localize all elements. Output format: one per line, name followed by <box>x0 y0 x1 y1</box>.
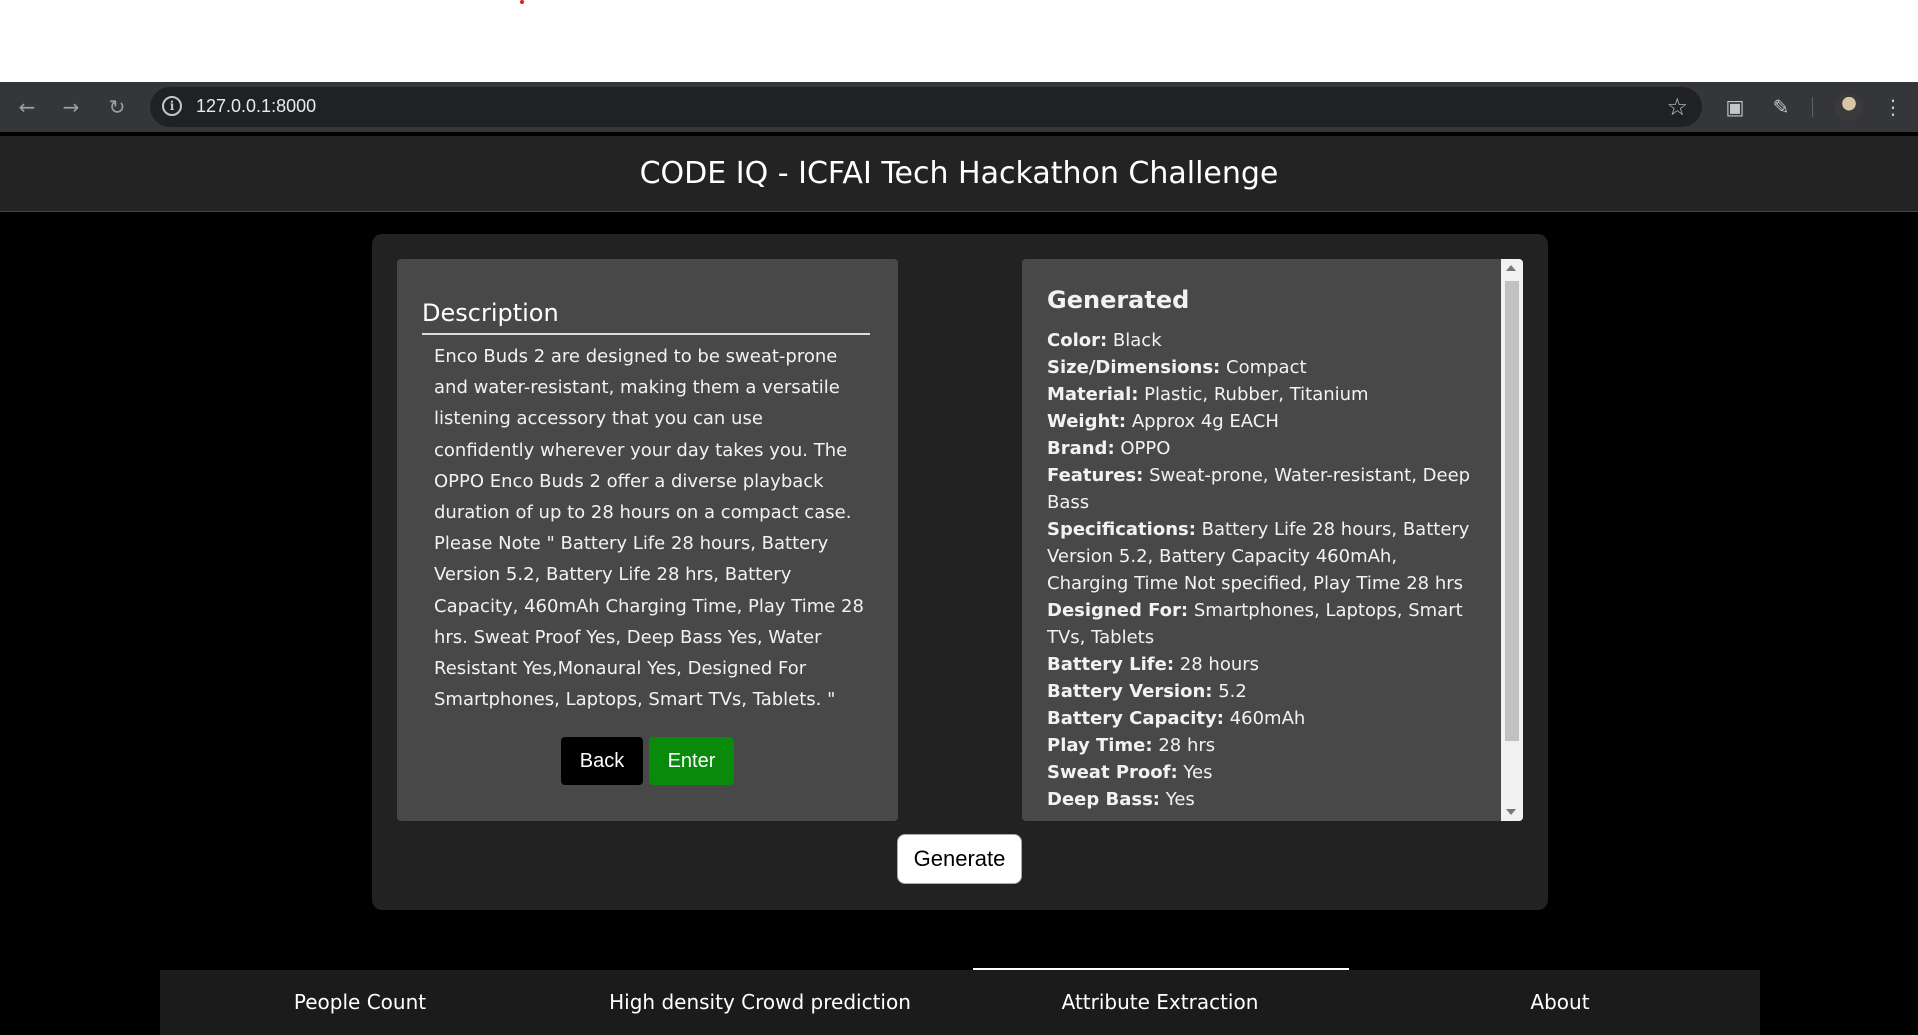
toolbar-divider <box>1812 97 1813 117</box>
attribute-row: Features: Sweat-prone, Water-resistant, … <box>1047 465 1471 513</box>
tab-attribute-extraction[interactable]: Attribute Extraction <box>960 970 1360 1035</box>
generated-panel: Generated Color: Black Size/Dimensions: … <box>1022 259 1523 821</box>
enter-button[interactable]: Enter <box>649 737 734 785</box>
tab-search-icon[interactable]: ▣ <box>1722 94 1748 120</box>
top-strip <box>0 0 1918 82</box>
attribute-row: Size/Dimensions: Compact <box>1047 357 1307 378</box>
generated-scrollbar[interactable] <box>1501 259 1523 821</box>
attribute-row: Designed For: Smartphones, Laptops, Smar… <box>1047 600 1463 648</box>
site-info-icon[interactable]: i <box>162 96 182 116</box>
red-dot <box>520 0 524 4</box>
bottom-tab-bar: People Count High density Crowd predicti… <box>160 970 1760 1035</box>
address-bar[interactable]: i 127.0.0.1:8000 ☆ <box>150 87 1702 127</box>
attribute-row: Specifications: Battery Life 28 hours, B… <box>1047 519 1470 594</box>
back-arrow-icon[interactable]: ← <box>14 94 40 120</box>
attribute-row: Brand: OPPO <box>1047 438 1171 459</box>
attribute-row: Sweat Proof: Yes <box>1047 762 1213 783</box>
attribute-row: Deep Bass: Yes <box>1047 789 1195 810</box>
attribute-row: Material: Plastic, Rubber, Titanium <box>1047 384 1369 405</box>
attribute-row: Battery Capacity: 460mAh <box>1047 708 1306 729</box>
tab-people-count[interactable]: People Count <box>160 970 560 1035</box>
tab-crowd-prediction[interactable]: High density Crowd prediction <box>560 970 960 1035</box>
attribute-row: Weight: Approx 4g EACH <box>1047 411 1279 432</box>
url-text[interactable]: 127.0.0.1:8000 <box>196 96 316 117</box>
description-panel: Description Enco Buds 2 are designed to … <box>397 259 898 821</box>
profile-avatar[interactable] <box>1835 93 1863 121</box>
forward-arrow-icon[interactable]: → <box>58 94 84 120</box>
bookmark-star-icon[interactable]: ☆ <box>1666 93 1688 121</box>
attribute-row: Color: Black <box>1047 330 1162 351</box>
reload-icon[interactable]: ↻ <box>104 94 130 120</box>
scroll-thumb[interactable] <box>1505 281 1519 741</box>
back-button[interactable]: Back <box>561 737 643 785</box>
generate-button[interactable]: Generate <box>897 834 1022 884</box>
menu-kebab-icon[interactable]: ⋮ <box>1880 94 1906 120</box>
attribute-row: Play Time: 28 hrs <box>1047 735 1216 756</box>
description-text[interactable]: Enco Buds 2 are designed to be sweat-pro… <box>434 341 864 715</box>
description-title: Description <box>422 299 559 327</box>
extensions-icon[interactable]: ✎ <box>1768 94 1794 120</box>
scroll-down-arrow-icon[interactable] <box>1506 809 1516 815</box>
generated-content: Generated Color: Black Size/Dimensions: … <box>1047 285 1477 813</box>
generated-title: Generated <box>1047 286 1190 314</box>
attribute-row: Battery Version: 5.2 <box>1047 681 1247 702</box>
scroll-up-arrow-icon[interactable] <box>1506 265 1516 271</box>
attribute-row: Battery Life: 28 hours <box>1047 654 1260 675</box>
description-divider <box>422 333 870 335</box>
browser-toolbar: ← → ↻ i 127.0.0.1:8000 ☆ ▣ ✎ ⋮ <box>0 82 1918 132</box>
tab-about[interactable]: About <box>1360 970 1760 1035</box>
page-title: CODE IQ - ICFAI Tech Hackathon Challenge <box>639 156 1279 191</box>
app-header: CODE IQ - ICFAI Tech Hackathon Challenge <box>0 136 1918 212</box>
